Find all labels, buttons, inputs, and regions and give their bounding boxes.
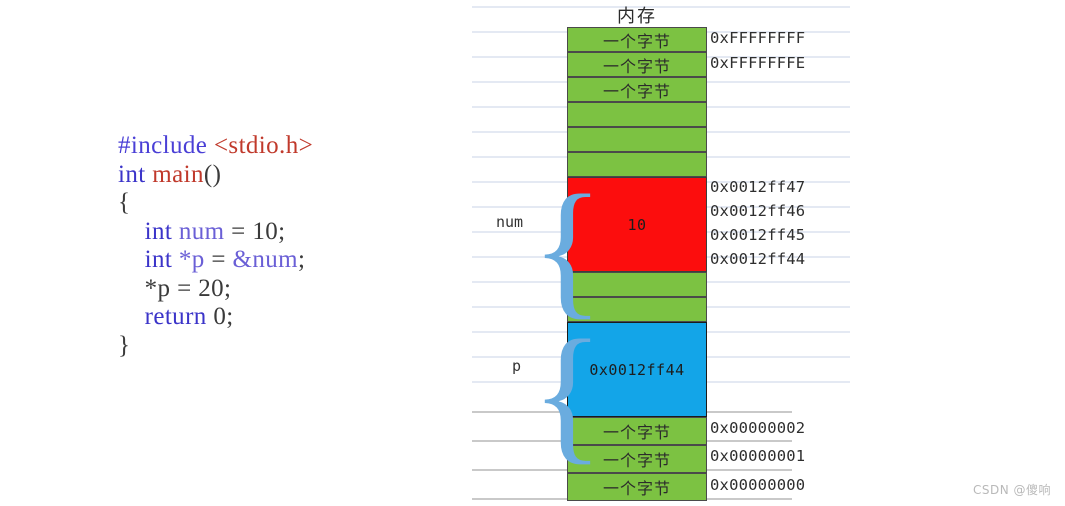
address-label-addr-0012ff47: 0x0012ff47 bbox=[710, 178, 806, 196]
code-token-kw: int bbox=[144, 246, 179, 273]
code-token-pl: *p bbox=[144, 274, 171, 302]
address-label-addr-fffffffe: 0xFFFFFFFE bbox=[710, 54, 806, 72]
code-token-kw: return bbox=[144, 303, 214, 330]
code-token-pl: ; bbox=[297, 246, 306, 273]
code-line: *p = 20; bbox=[118, 275, 448, 304]
code-token-pl: } bbox=[118, 331, 131, 359]
code-token-pl: = bbox=[170, 274, 199, 302]
memory-cell-label: 一个字节 bbox=[602, 31, 671, 51]
address-label-addr-00000001: 0x00000001 bbox=[710, 447, 806, 465]
address-label-addr-00000000: 0x00000000 bbox=[710, 476, 806, 494]
code-token-pl: = bbox=[204, 246, 233, 273]
code-token-pre: #include bbox=[118, 132, 214, 159]
watermark: CSDN @傻响 bbox=[972, 483, 1051, 497]
memory-cell-label: 10 bbox=[627, 215, 647, 234]
code-token-pl: ; bbox=[226, 303, 234, 330]
code-token-id: num bbox=[178, 217, 225, 245]
address-label-addr-0012ff45: 0x0012ff45 bbox=[710, 226, 806, 244]
code-token-num: 10 bbox=[252, 217, 279, 245]
code-token-pl: { bbox=[118, 189, 131, 216]
code-token-kw: int bbox=[118, 160, 153, 188]
code-token-pl: ; bbox=[224, 274, 232, 302]
code-line: int *p = &num; bbox=[118, 246, 448, 275]
code-token-pl: () bbox=[203, 160, 222, 188]
code-token-id: &num bbox=[232, 246, 298, 273]
variable-label-num: num bbox=[496, 213, 524, 231]
code-token-num: 0 bbox=[213, 303, 227, 330]
code-line: } bbox=[118, 332, 448, 361]
code-token-pl: ; bbox=[278, 217, 286, 245]
code-listing: #include <stdio.h> int main(){ int num = … bbox=[118, 132, 448, 360]
brace-p: { bbox=[531, 309, 604, 477]
memory-cell-byte-top-4 bbox=[567, 102, 707, 127]
code-line: return 0; bbox=[118, 303, 448, 332]
code-token-fn: main bbox=[152, 160, 204, 188]
memory-cell-label: 一个字节 bbox=[602, 479, 671, 498]
memory-cell-label: 一个字节 bbox=[602, 423, 671, 442]
memory-header-label: 内存 bbox=[617, 6, 657, 27]
code-line: { bbox=[118, 189, 448, 218]
code-token-id: *p bbox=[178, 246, 205, 273]
address-label-addr-ffffffff: 0xFFFFFFFF bbox=[710, 29, 806, 47]
address-label-addr-0012ff44: 0x0012ff44 bbox=[710, 250, 806, 268]
memory-cell-byte-top-2: 一个字节 bbox=[567, 52, 707, 77]
memory-cell-byte-top-3: 一个字节 bbox=[567, 77, 707, 102]
variable-label-p: p bbox=[512, 357, 522, 375]
code-line: int num = 10; bbox=[118, 218, 448, 247]
memory-cell-byte-bot-3: 一个字节 bbox=[567, 473, 707, 501]
memory-cell-label: 一个字节 bbox=[602, 56, 671, 76]
address-label-addr-00000002: 0x00000002 bbox=[710, 419, 806, 437]
code-token-kw: int bbox=[144, 217, 179, 245]
memory-cell-byte-top-5 bbox=[567, 127, 707, 152]
memory-cell-byte-top-1: 一个字节 bbox=[567, 27, 707, 52]
code-token-num: 20 bbox=[198, 274, 225, 302]
memory-cell-label: 一个字节 bbox=[602, 81, 671, 101]
brace-num: { bbox=[531, 164, 604, 332]
memory-cell-label: 一个字节 bbox=[602, 451, 671, 470]
code-token-pl: = bbox=[224, 217, 253, 245]
code-line: int main() bbox=[118, 161, 448, 190]
address-label-addr-0012ff46: 0x0012ff46 bbox=[710, 202, 806, 220]
code-line: #include <stdio.h> bbox=[118, 132, 448, 161]
code-token-hdr: <stdio.h> bbox=[213, 132, 314, 159]
